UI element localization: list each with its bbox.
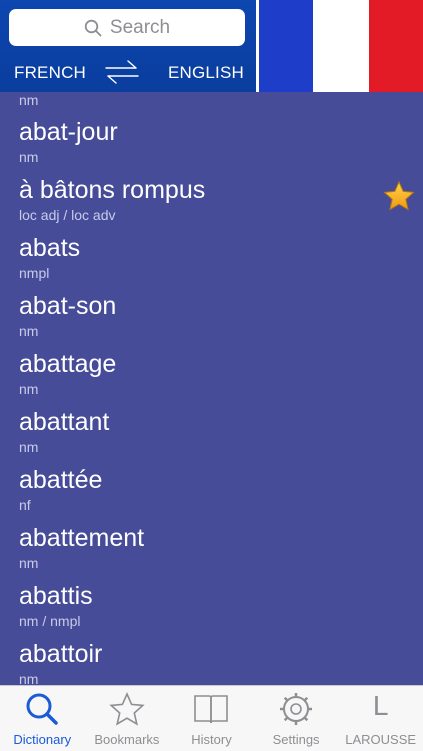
list-item[interactable]: abat-son nm [0,292,423,350]
entry-word: abattage [19,350,117,378]
entry-pos: nm [19,323,39,339]
target-language[interactable]: ENGLISH [168,63,244,83]
search-icon [26,693,59,725]
entry-pos: nm [19,149,39,165]
entry-word: abattis [19,582,93,610]
entry-word: abattant [19,408,110,436]
tab-history[interactable]: History [169,686,254,751]
entry-word: abat-son [19,292,117,320]
tab-label: History [191,732,232,747]
entry-pos: nm [19,555,39,571]
larousse-l-icon: L [372,690,389,721]
entry-pos: nmpl [19,265,50,281]
header-controls: Search FRENCH ENGLISH [0,0,256,92]
search-placeholder: Search [109,16,171,38]
word-list[interactable]: nm abat-jour nm à bâtons rompus loc adj … [0,92,423,685]
list-item[interactable]: abattage nm [0,350,423,408]
tab-label: LAROUSSE [345,732,417,747]
entry-word: abat-jour [19,118,118,146]
entry-pos: nf [19,497,31,513]
entry-pos: nm [19,671,39,685]
flag-white-stripe [313,0,369,92]
entry-word: à bâtons rompus [19,176,206,204]
entry-pos: nm [19,439,39,455]
flag-red-stripe [369,0,423,92]
tab-label: Dictionary [13,732,72,747]
tab-label: Bookmarks [94,732,160,747]
tab-dictionary[interactable]: Dictionary [0,686,85,751]
language-selector: FRENCH ENGLISH [0,56,256,88]
header: Search FRENCH ENGLISH [0,0,423,92]
entry-word: abattée [19,466,103,494]
tab-settings[interactable]: Settings [254,686,339,751]
list-item[interactable]: abat-jour nm [0,118,423,176]
search-field[interactable]: Search [9,9,245,46]
list-item[interactable]: abattoir nm [0,640,423,685]
list-item[interactable]: abats nmpl [0,234,423,292]
entry-word: abattement [19,524,145,552]
gear-icon [280,693,313,725]
entry-pos: nm / nmpl [19,613,81,629]
search-icon [84,19,102,36]
book-icon [194,695,229,724]
entry-pos: nm [19,381,39,397]
entry-pos: nm [19,92,39,108]
tab-bar: Dictionary Bookmarks History Settings L … [0,685,423,751]
list-item[interactable]: abattis nm / nmpl [0,582,423,640]
tab-label: Settings [272,732,320,747]
bookmark-star-icon[interactable] [383,180,415,212]
entry-word: abats [19,234,81,262]
source-language[interactable]: FRENCH [14,63,86,83]
list-item[interactable]: abattement nm [0,524,423,582]
star-icon [109,692,145,726]
entry-pos: loc adj / loc adv [19,207,116,223]
flag-blue-stripe [259,0,313,92]
french-flag [259,0,423,92]
tab-bookmarks[interactable]: Bookmarks [85,686,170,751]
entry-word: abattoir [19,640,103,668]
swap-languages-icon[interactable] [104,57,140,87]
list-item[interactable]: abattée nf [0,466,423,524]
tab-larousse[interactable]: L LAROUSSE [338,686,423,751]
list-item[interactable]: à bâtons rompus loc adj / loc adv [0,176,423,234]
list-item[interactable]: abattant nm [0,408,423,466]
